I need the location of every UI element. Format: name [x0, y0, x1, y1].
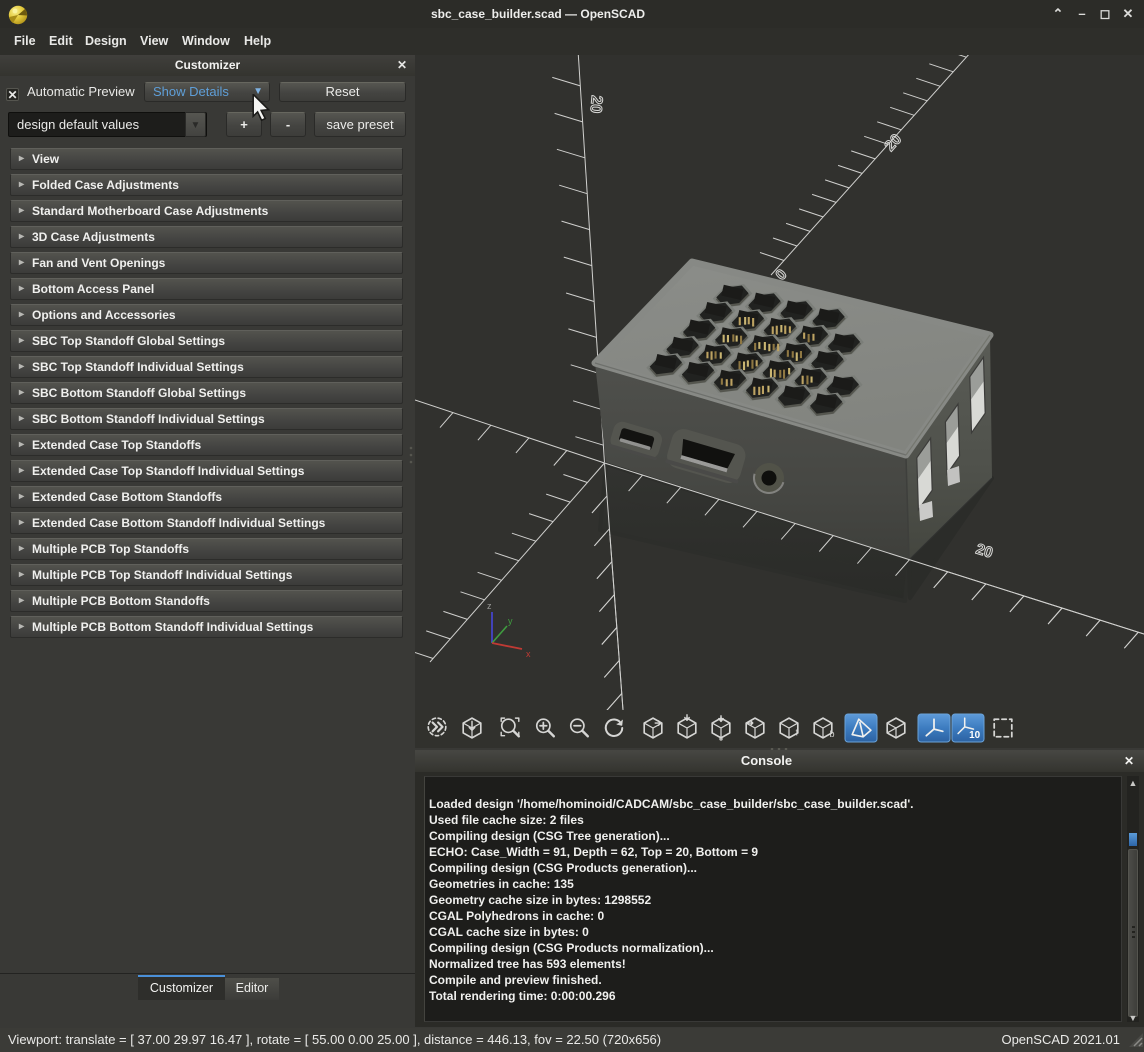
- svg-text:b: b: [830, 729, 835, 739]
- svg-text:20: 20: [586, 95, 604, 114]
- svg-text:10: 10: [969, 730, 981, 741]
- svg-text:20: 20: [881, 131, 905, 155]
- svg-text:20: 20: [974, 541, 995, 562]
- svg-text:y: y: [508, 616, 513, 626]
- svg-text:z: z: [487, 601, 492, 611]
- svg-text:x: x: [526, 649, 531, 659]
